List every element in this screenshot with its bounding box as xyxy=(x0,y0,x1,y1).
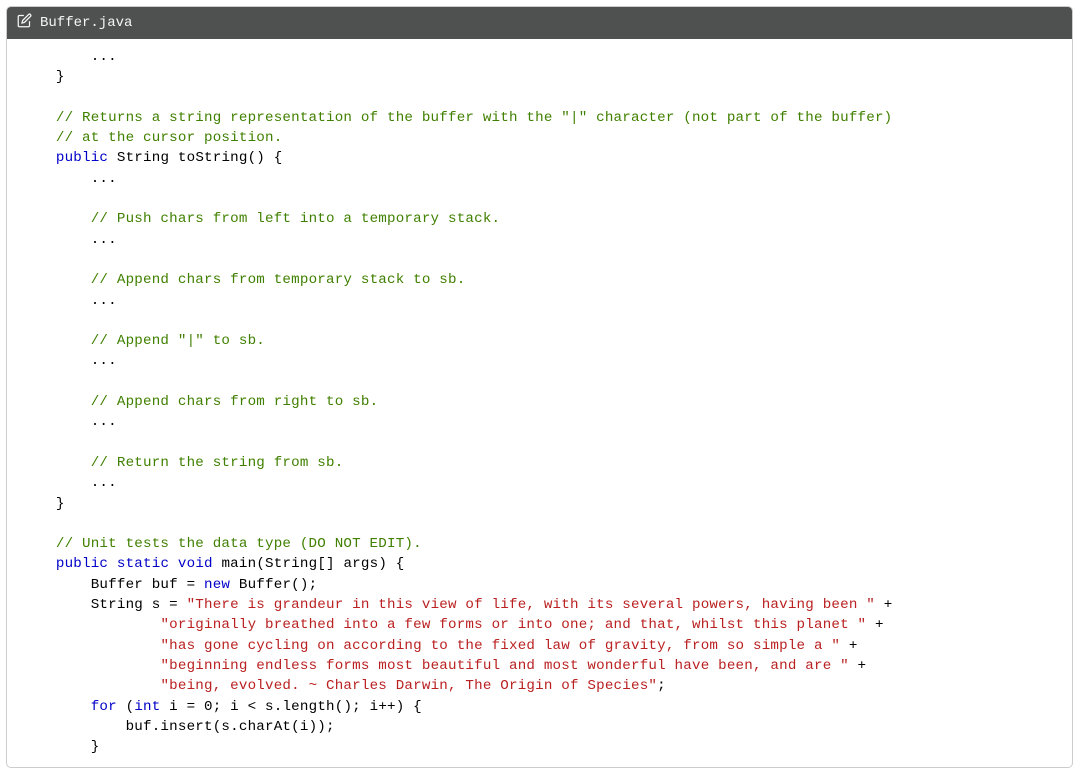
brace: } xyxy=(56,69,65,85)
comment: // at the cursor position. xyxy=(56,130,283,146)
type: String xyxy=(117,150,169,166)
comment: // Unit tests the data type (DO NOT EDIT… xyxy=(56,536,422,552)
ellipsis: ... xyxy=(91,475,117,491)
code-header: Buffer.java xyxy=(7,7,1072,39)
stmt: buf.insert(s.charAt(i)); xyxy=(126,719,335,735)
stmt: Buffer buf = xyxy=(91,577,204,593)
keyword: static xyxy=(117,556,169,572)
keyword: int xyxy=(134,699,160,715)
string: "beginning endless forms most beautiful … xyxy=(160,658,848,674)
code-listing: Buffer.java ... } // Returns a string re… xyxy=(6,6,1073,768)
code-body: ... } // Returns a string representation… xyxy=(7,39,1072,767)
op: + xyxy=(875,597,892,613)
string: "originally breathed into a few forms or… xyxy=(160,617,866,633)
string: "has gone cycling on according to the fi… xyxy=(160,638,840,654)
signature: toString() { xyxy=(169,150,282,166)
ellipsis: ... xyxy=(91,232,117,248)
comment: // Append chars from temporary stack to … xyxy=(91,272,466,288)
string: "being, evolved. ~ Charles Darwin, The O… xyxy=(160,678,657,694)
ellipsis: ... xyxy=(91,414,117,430)
op: + xyxy=(866,617,883,633)
stmt: i = 0; i < s.length(); i++) { xyxy=(160,699,421,715)
keyword: for xyxy=(91,699,117,715)
ellipsis: ... xyxy=(91,49,117,65)
ellipsis: ... xyxy=(91,293,117,309)
keyword: void xyxy=(178,556,213,572)
ellipsis: ... xyxy=(91,353,117,369)
comment: // Returns a string representation of th… xyxy=(56,110,893,126)
comment: // Append "|" to sb. xyxy=(91,333,265,349)
comment: // Append chars from right to sb. xyxy=(91,394,379,410)
op: + xyxy=(840,638,857,654)
brace: } xyxy=(91,739,100,755)
file-name: Buffer.java xyxy=(40,15,132,31)
brace: } xyxy=(56,496,65,512)
signature: main(String[] args) { xyxy=(213,556,405,572)
comment: // Return the string from sb. xyxy=(91,455,344,471)
op: + xyxy=(849,658,866,674)
stmt: String s = xyxy=(91,597,187,613)
string: "There is grandeur in this view of life,… xyxy=(187,597,875,613)
op: ; xyxy=(657,678,666,694)
keyword: public xyxy=(56,556,108,572)
ellipsis: ... xyxy=(91,171,117,187)
stmt: ( xyxy=(117,699,134,715)
edit-icon xyxy=(17,13,32,33)
keyword: new xyxy=(204,577,230,593)
keyword: public xyxy=(56,150,108,166)
comment: // Push chars from left into a temporary… xyxy=(91,211,501,227)
stmt: Buffer(); xyxy=(230,577,317,593)
